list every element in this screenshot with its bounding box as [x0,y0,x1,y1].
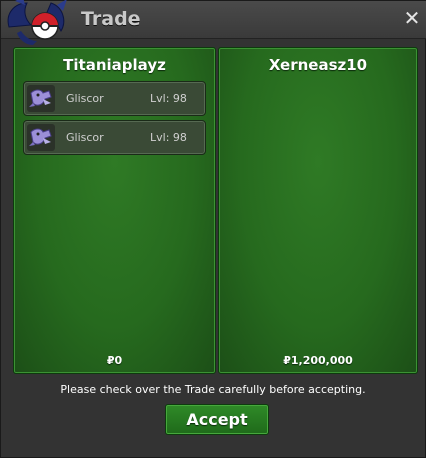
trade-item[interactable]: Gliscor Lvl: 98 [23,120,206,155]
partner-player-name: Xerneasz10 [268,56,368,74]
close-icon[interactable]: ✕ [401,7,423,29]
window-title: Trade [81,8,141,30]
trade-window: Trade ✕ Titaniaplayz Gliscor Lvl: 98 Gli… [0,0,426,458]
partner-offer-panel: Xerneasz10 ₽1,200,000 [218,47,418,374]
partner-money-offer: ₽1,200,000 [283,354,353,367]
title-bar[interactable]: Trade ✕ [1,0,426,45]
trade-warning-text: Please check over the Trade carefully be… [60,383,366,396]
item-level: Lvl: 98 [150,131,187,144]
trade-item[interactable]: Gliscor Lvl: 98 [23,81,206,116]
gliscor-sprite-icon [27,124,55,151]
item-name: Gliscor [66,131,104,144]
item-name: Gliscor [66,92,104,105]
pokeball-logo-icon [1,0,75,47]
item-level: Lvl: 98 [150,92,187,105]
accept-button[interactable]: Accept [165,404,269,435]
my-offer-panel: Titaniaplayz Gliscor Lvl: 98 Gliscor Lvl… [13,47,216,374]
my-player-name: Titaniaplayz [63,56,166,74]
gliscor-sprite-icon [27,85,55,112]
my-money-offer: ₽0 [106,354,123,367]
